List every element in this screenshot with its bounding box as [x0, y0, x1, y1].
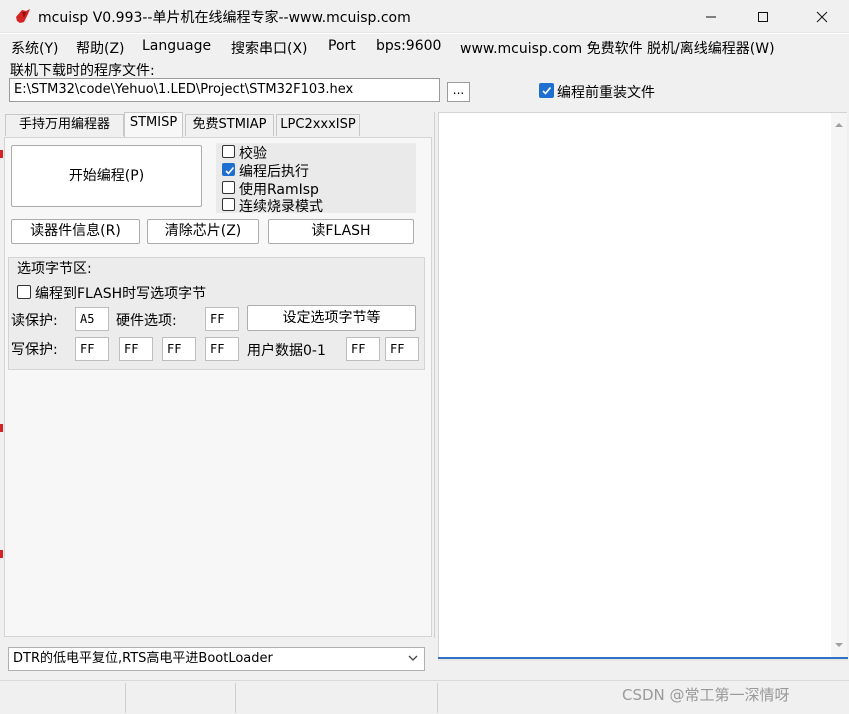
background-window-edge [0, 150, 3, 158]
app-icon [16, 9, 30, 23]
user-data-field-0[interactable]: FF [346, 337, 380, 361]
watermark: CSDN @常工第一深情呀 [622, 686, 790, 704]
menu-language[interactable]: Language [142, 38, 211, 54]
use-ramisp-checkbox[interactable] [222, 181, 235, 194]
chevron-down-icon [408, 655, 418, 661]
write-option-bytes-checkbox[interactable] [17, 285, 31, 299]
menu-bps[interactable]: bps:9600 [376, 38, 441, 54]
maximize-button[interactable] [740, 0, 786, 32]
close-icon [816, 11, 828, 22]
start-programming-button[interactable]: 开始编程(P) [11, 145, 202, 207]
write-protect-field-1[interactable]: FF [119, 337, 153, 361]
menu-search-port[interactable]: 搜索串口(X) [231, 38, 308, 58]
log-output[interactable] [438, 112, 847, 658]
set-option-bytes-button[interactable]: 设定选项字节等 [247, 305, 416, 331]
reload-file-checkbox[interactable] [539, 83, 554, 98]
write-protect-field-3[interactable]: FF [205, 337, 239, 361]
erase-chip-button[interactable]: 清除芯片(Z) [147, 219, 259, 244]
background-window-edge [0, 424, 3, 432]
background-window-edge [0, 550, 3, 558]
progress-bar [438, 657, 848, 661]
continuous-mode-label: 连续烧录模式 [239, 199, 323, 215]
status-separator [437, 683, 438, 713]
verify-checkbox[interactable] [222, 145, 235, 158]
check-icon [225, 166, 235, 175]
status-separator [235, 683, 236, 713]
read-protect-label: 读保护: [11, 313, 58, 329]
write-protect-label: 写保护: [11, 342, 58, 358]
check-icon [542, 86, 552, 95]
browse-button[interactable]: ... [447, 82, 470, 102]
window-title: mcuisp V0.993--单片机在线编程专家--www.mcuisp.com [38, 10, 411, 26]
reload-file-label: 编程前重装文件 [557, 85, 655, 101]
option-bytes-title: 选项字节区: [17, 261, 92, 277]
read-protect-field[interactable]: A5 [75, 307, 109, 331]
write-option-bytes-label: 编程到FLASH时写选项字节 [35, 286, 207, 302]
tab-lpc2xxxisp[interactable]: LPC2xxxISP [276, 114, 360, 136]
hardware-option-field[interactable]: FF [205, 307, 239, 331]
menu-help[interactable]: 帮助(Z) [76, 38, 125, 58]
file-label: 联机下载时的程序文件: [10, 63, 155, 79]
verify-label: 校验 [239, 146, 267, 162]
minimize-icon [706, 16, 716, 17]
tab-stmisp[interactable]: STMISP [124, 112, 183, 137]
scroll-down-icon[interactable] [831, 637, 847, 653]
minimize-button[interactable] [688, 0, 734, 32]
menu-offline-programmer[interactable]: www.mcuisp.com 免费软件 脱机/离线编程器(W) [460, 38, 775, 58]
continuous-mode-checkbox[interactable] [222, 198, 235, 211]
file-path-input[interactable]: E:\STM32\code\Yehuo\1.LED\Project\STM32F… [9, 78, 440, 102]
write-protect-field-0[interactable]: FF [75, 337, 109, 361]
maximize-icon [758, 11, 768, 22]
read-device-info-button[interactable]: 读器件信息(R) [11, 219, 140, 244]
tab-handheld-programmer[interactable]: 手持万用编程器 [5, 114, 124, 136]
read-flash-button[interactable]: 读FLASH [268, 219, 414, 244]
menu-port[interactable]: Port [328, 38, 356, 54]
run-after-program-checkbox[interactable] [222, 163, 235, 176]
write-protect-field-2[interactable]: FF [162, 337, 196, 361]
hardware-option-label: 硬件选项: [116, 313, 177, 329]
log-scrollbar[interactable] [831, 113, 847, 657]
user-data-label: 用户数据0-1 [247, 343, 326, 359]
close-button[interactable] [799, 0, 845, 32]
menu-system[interactable]: 系统(Y) [11, 38, 58, 58]
run-after-program-label: 编程后执行 [239, 164, 309, 180]
tab-stmiap[interactable]: 免费STMIAP [185, 114, 274, 136]
status-separator [125, 683, 126, 713]
scroll-up-icon[interactable] [831, 117, 847, 133]
reset-mode-select[interactable]: DTR的低电平复位,RTS高电平进BootLoader [8, 647, 425, 671]
user-data-field-1[interactable]: FF [385, 337, 419, 361]
